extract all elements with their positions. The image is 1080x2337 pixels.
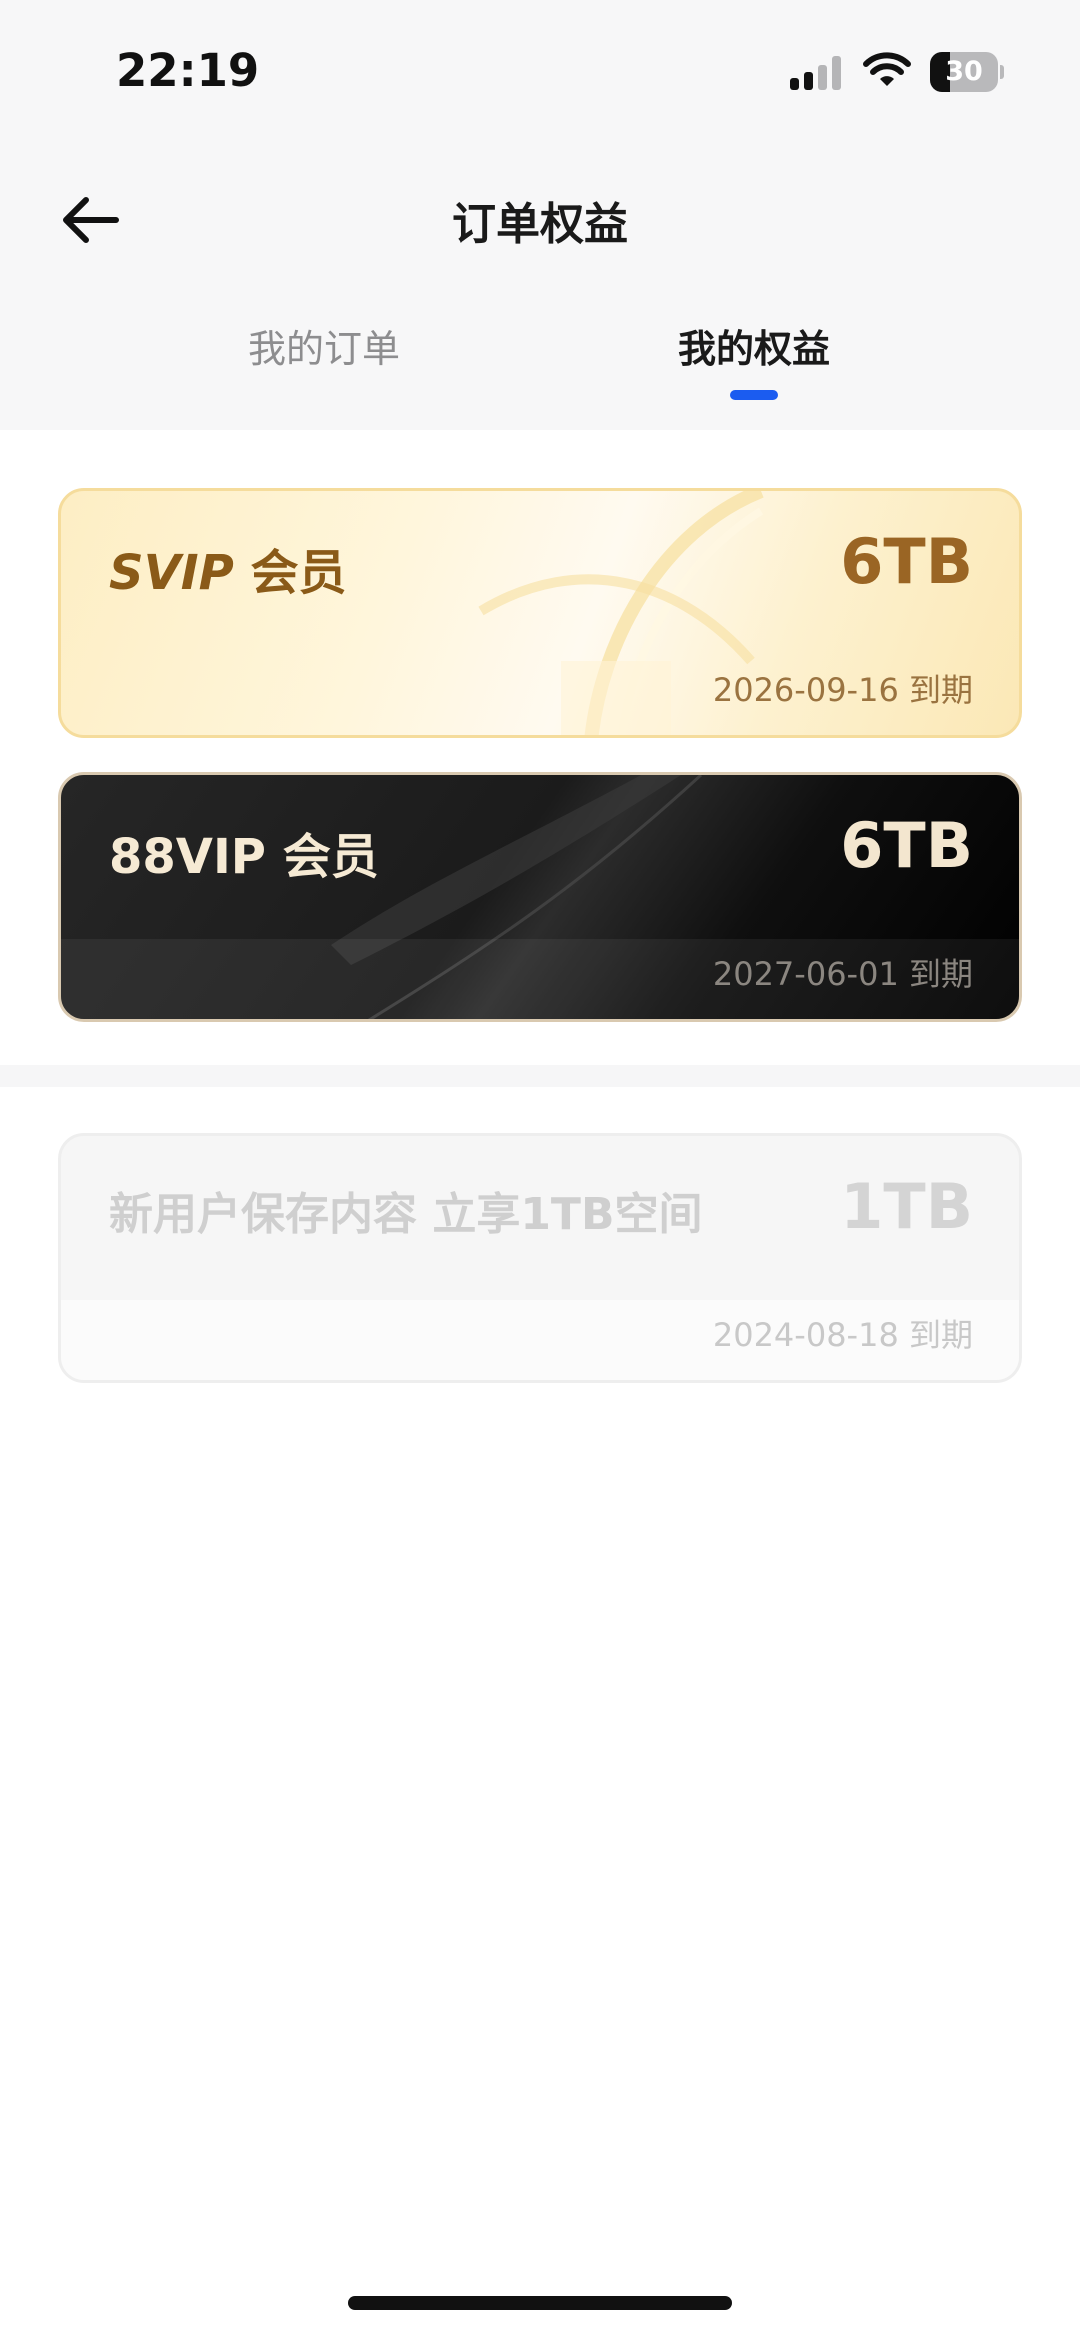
benefit-expiry: 2026-09-16 到期 xyxy=(712,671,973,709)
benefit-name: 88VIP 会员 xyxy=(109,829,379,885)
active-tab-indicator xyxy=(730,390,778,400)
benefit-expiry: 2024-08-18 到期 xyxy=(712,1316,973,1354)
tab-my-benefits[interactable]: 我的权益 xyxy=(624,318,884,373)
battery-level: 30 xyxy=(945,56,983,87)
battery-icon: 30 xyxy=(930,52,1004,92)
status-time: 22:19 xyxy=(116,44,260,97)
benefit-name: SVIP 会员 xyxy=(109,533,347,603)
home-indicator[interactable] xyxy=(348,2296,732,2310)
benefit-name-suffix: 会员 xyxy=(250,545,347,601)
benefit-capacity: 6TB xyxy=(840,525,973,598)
section-divider xyxy=(0,1065,1080,1087)
wifi-icon xyxy=(863,52,911,86)
benefit-capacity: 1TB xyxy=(840,1170,973,1243)
benefit-expiry: 2027-06-01 到期 xyxy=(712,955,973,993)
benefit-name-prefix: SVIP xyxy=(109,545,234,601)
signal-icon xyxy=(790,56,842,90)
tab-my-orders[interactable]: 我的订单 xyxy=(194,318,454,373)
benefit-card-svip[interactable]: SVIP 会员 6TB 2026-09-16 到期 xyxy=(58,488,1022,738)
benefit-capacity: 6TB xyxy=(840,809,973,882)
page-title: 订单权益 xyxy=(452,199,628,250)
benefit-card-88vip[interactable]: 88VIP 会员 6TB 2027-06-01 到期 xyxy=(58,772,1022,1022)
benefit-card-expired[interactable]: 新用户保存内容 立享1TB空间 1TB 2024-08-18 到期 xyxy=(58,1133,1022,1383)
benefit-name: 新用户保存内容 立享1TB空间 xyxy=(109,1189,703,1240)
